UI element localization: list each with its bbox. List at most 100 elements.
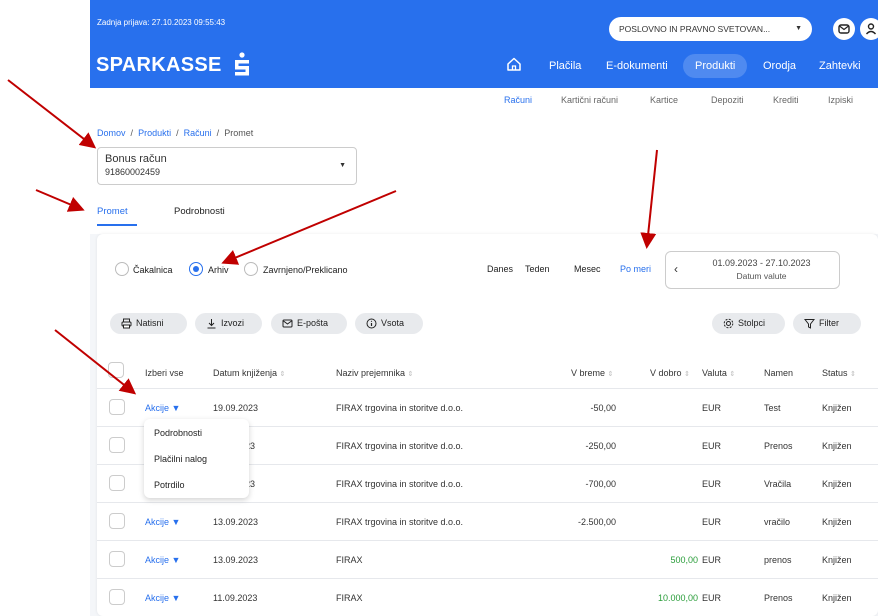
column-namen[interactable]: Namen — [764, 368, 793, 378]
menu-item-placilni-nalog[interactable]: Plačilni nalog — [154, 454, 207, 464]
radio-zavrnjeno-label[interactable]: Zavrnjeno/Preklicano — [263, 265, 348, 275]
row-checkbox[interactable] — [109, 437, 125, 453]
company-selector-label: POSLOVNO IN PRAVNO SVETOVAN... — [619, 24, 771, 34]
home-icon[interactable] — [506, 56, 522, 77]
menu-item-potrdilo[interactable]: Potrdilo — [154, 480, 185, 490]
cell-debit: -700,00 — [585, 479, 616, 489]
column-valuta[interactable]: Valuta ⇕ — [702, 368, 735, 378]
account-name: Bonus račun — [105, 153, 167, 165]
gear-icon — [723, 318, 734, 329]
subnav-izpiski[interactable]: Izpiski — [828, 95, 853, 105]
akcije-dropdown[interactable]: Akcije ▼ — [145, 555, 180, 565]
cell-currency: EUR — [702, 517, 722, 527]
cell-date: 13.09.2023 — [213, 517, 259, 527]
subnav-racuni[interactable]: Računi — [504, 95, 532, 105]
nav-e-dokumenti[interactable]: E-dokumenti — [606, 54, 668, 78]
nav-produkti[interactable]: Produkti — [683, 54, 748, 78]
download-icon — [207, 319, 216, 329]
printer-icon — [121, 318, 132, 329]
radio-arhiv-label[interactable]: Arhiv — [208, 265, 229, 275]
filter-button[interactable]: Filter — [793, 313, 861, 334]
breadcrumb-current: Promet — [224, 128, 254, 138]
nav-orodja[interactable]: Orodja — [763, 54, 796, 78]
sparkasse-s-icon — [234, 52, 250, 83]
cell-status: Knjižen — [822, 441, 852, 451]
radio-cakalnica[interactable] — [115, 262, 129, 276]
print-button[interactable]: Natisni — [110, 313, 187, 334]
cell-payee: FIRAX trgovina in storitve d.o.o. — [336, 403, 464, 413]
subnav-depoziti[interactable]: Depoziti — [711, 95, 744, 105]
left-margin — [0, 0, 90, 616]
mail-icon[interactable] — [833, 18, 855, 40]
account-dropdown[interactable]: Bonus račun 91860002459 ▼ — [97, 147, 357, 185]
menu-item-podrobnosti[interactable]: Podrobnosti — [154, 428, 202, 438]
akcije-dropdown[interactable]: Akcije ▼ — [145, 517, 180, 527]
column-datum-knjizenja[interactable]: Datum knjiženja ⇕ — [213, 368, 285, 378]
table-row[interactable]: Akcije ▼ 13.09.2023 FIRAX 500,00 EUR pre… — [97, 540, 878, 578]
cell-currency: EUR — [702, 555, 722, 565]
cell-payee: FIRAX trgovina in storitve d.o.o. — [336, 479, 464, 489]
select-all-checkbox[interactable] — [108, 362, 124, 378]
period-mesec[interactable]: Mesec — [574, 264, 601, 274]
cell-debit: -2.500,00 — [577, 517, 616, 527]
cell-purpose: Prenos — [764, 593, 793, 603]
date-range-value: 01.09.2023 - 27.10.2023 — [712, 258, 811, 268]
radio-cakalnica-label[interactable]: Čakalnica — [133, 265, 173, 275]
subnav-kartice[interactable]: Kartice — [650, 95, 678, 105]
nav-placila[interactable]: Plačila — [549, 54, 581, 78]
radio-zavrnjeno[interactable] — [244, 262, 258, 276]
active-tab-indicator — [97, 224, 137, 226]
date-type-label: Datum valute — [736, 271, 787, 281]
print-button-label: Natisni — [136, 318, 164, 328]
row-checkbox[interactable] — [109, 475, 125, 491]
breadcrumb-produkti[interactable]: Produkti — [138, 128, 171, 138]
period-teden[interactable]: Teden — [525, 264, 550, 274]
row-checkbox[interactable] — [109, 399, 125, 415]
akcije-dropdown[interactable]: Akcije ▼ — [145, 593, 180, 603]
period-danes[interactable]: Danes — [487, 264, 513, 274]
last-login-text: Zadnja prijava: 27.10.2023 09:55:43 — [97, 18, 226, 27]
tab-promet[interactable]: Promet — [97, 206, 128, 217]
company-selector[interactable]: POSLOVNO IN PRAVNO SVETOVAN... ▼ — [609, 17, 812, 41]
table-row[interactable]: Akcije ▼ 11.09.2023 FIRAX 10.000,00 EUR … — [97, 578, 878, 616]
column-naziv-prejemnika[interactable]: Naziv prejemnika ⇕ — [336, 368, 413, 378]
cell-status: Knjižen — [822, 479, 852, 489]
subnav-karticni-racuni[interactable]: Kartični računi — [561, 95, 618, 105]
cell-credit: 500,00 — [670, 555, 698, 565]
column-v-dobro[interactable]: V dobro ⇕ — [650, 368, 690, 378]
breadcrumb-domov[interactable]: Domov — [97, 128, 126, 138]
cell-debit: -250,00 — [585, 441, 616, 451]
email-button-label: E-pošta — [297, 318, 329, 328]
cell-debit: -50,00 — [590, 403, 616, 413]
email-button[interactable]: E-pošta — [271, 313, 347, 334]
column-status[interactable]: Status ⇕ — [822, 368, 856, 378]
chevron-down-icon: ▼ — [339, 162, 346, 169]
sum-button[interactable]: Vsota — [355, 313, 423, 334]
row-checkbox[interactable] — [109, 589, 125, 605]
period-po-meri[interactable]: Po meri — [620, 264, 651, 274]
radio-arhiv[interactable] — [189, 262, 203, 276]
cell-date: 13.09.2023 — [213, 555, 259, 565]
export-button[interactable]: Izvozi — [195, 313, 262, 334]
filter-icon — [804, 319, 815, 329]
column-v-breme[interactable]: V breme ⇕ — [571, 368, 613, 378]
columns-button[interactable]: Stolpci — [712, 313, 785, 334]
cell-date: 11.09.2023 — [213, 593, 258, 603]
date-range-picker[interactable]: ‹ 01.09.2023 - 27.10.2023 Datum valute — [665, 251, 840, 289]
akcije-dropdown[interactable]: Akcije ▼ — [145, 403, 180, 413]
content-header: Domov / Produkti / Računi / Promet Bonus… — [90, 112, 878, 234]
row-checkbox[interactable] — [109, 551, 125, 567]
user-icon[interactable] — [860, 18, 878, 40]
mail-icon — [282, 319, 293, 328]
table-row[interactable]: Akcije ▼ 13.09.2023 FIRAX trgovina in st… — [97, 502, 878, 540]
column-izberi-vse[interactable]: Izberi vse — [145, 368, 184, 378]
sparkasse-logo[interactable]: SPARKASSE — [96, 54, 222, 77]
nav-zahtevki[interactable]: Zahtevki — [819, 54, 861, 78]
tab-podrobnosti[interactable]: Podrobnosti — [174, 206, 225, 217]
row-checkbox[interactable] — [109, 513, 125, 529]
cell-currency: EUR — [702, 593, 722, 603]
cell-status: Knjižen — [822, 593, 852, 603]
subnav-krediti[interactable]: Krediti — [773, 95, 799, 105]
breadcrumb-racuni[interactable]: Računi — [184, 128, 212, 138]
cell-purpose: Test — [764, 403, 781, 413]
